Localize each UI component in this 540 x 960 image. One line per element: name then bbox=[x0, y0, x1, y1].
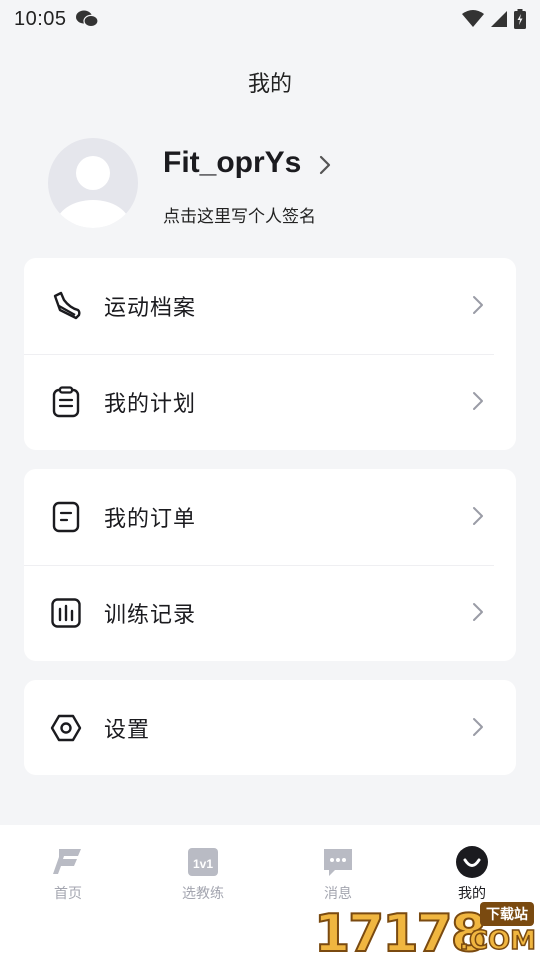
menu-card-1: 运动档案 我的计划 bbox=[24, 258, 516, 450]
avatar[interactable] bbox=[48, 138, 138, 228]
tab-home[interactable]: 首页 bbox=[18, 845, 118, 903]
document-icon bbox=[50, 501, 82, 533]
menu-item-label: 运动档案 bbox=[104, 295, 197, 320]
menu-item-sports-profile[interactable]: 运动档案 bbox=[24, 258, 516, 354]
signature-prompt[interactable]: 点击这里写个人签名 bbox=[163, 202, 316, 227]
watermark-badge: 下载站 bbox=[480, 902, 534, 926]
site-watermark: 17178 下载站 .COM bbox=[313, 898, 540, 960]
chevron-right-icon bbox=[473, 718, 483, 736]
menu-item-label: 我的订单 bbox=[104, 506, 197, 531]
tab-label: 首页 bbox=[54, 885, 82, 901]
hexagon-settings-icon bbox=[50, 712, 82, 744]
wifi-icon bbox=[462, 10, 484, 27]
menu-item-label: 我的计划 bbox=[104, 391, 197, 416]
sneaker-icon bbox=[50, 290, 82, 322]
watermark-suffix: .COM bbox=[458, 925, 536, 957]
wechat-notification-icon bbox=[75, 10, 99, 28]
menu-item-my-plan[interactable]: 我的计划 bbox=[24, 354, 516, 450]
chevron-right-icon bbox=[473, 507, 483, 525]
menu-card-2: 我的订单 训练记录 bbox=[24, 469, 516, 661]
signal-icon bbox=[491, 11, 507, 27]
chevron-right-icon bbox=[473, 603, 483, 621]
tab-messages[interactable]: 消息 bbox=[288, 845, 388, 903]
svg-text:1v1: 1v1 bbox=[193, 857, 213, 871]
tab-mine[interactable]: 我的 bbox=[422, 845, 522, 903]
battery-icon bbox=[514, 9, 526, 29]
smile-profile-icon bbox=[456, 846, 488, 878]
tab-label: 选教练 bbox=[182, 885, 224, 901]
page-title: 我的 bbox=[247, 71, 292, 96]
chat-bubble-icon bbox=[324, 849, 352, 876]
1v1-icon: 1v1 bbox=[188, 848, 218, 876]
menu-item-settings[interactable]: 设置 bbox=[24, 680, 516, 775]
menu-item-label: 训练记录 bbox=[104, 602, 197, 627]
bar-chart-icon bbox=[50, 597, 82, 629]
tab-choose-coach[interactable]: 1v1 选教练 bbox=[153, 845, 253, 903]
profile-header[interactable]: Fit_oprYs 点击这里写个人签名 bbox=[48, 138, 498, 228]
chevron-right-icon bbox=[473, 296, 483, 314]
menu-card-3: 设置 bbox=[24, 680, 516, 775]
menu-item-training-records[interactable]: 训练记录 bbox=[24, 565, 516, 661]
menu-item-label: 设置 bbox=[104, 716, 151, 742]
chevron-right-icon bbox=[473, 392, 483, 410]
f-logo-icon bbox=[53, 849, 81, 874]
status-time: 10:05 bbox=[14, 7, 67, 30]
clipboard-icon bbox=[50, 386, 82, 418]
username[interactable]: Fit_oprYs bbox=[163, 146, 301, 180]
status-bar: 10:05 bbox=[0, 0, 540, 38]
menu-item-my-orders[interactable]: 我的订单 bbox=[24, 469, 516, 565]
chevron-right-icon[interactable] bbox=[318, 154, 332, 176]
